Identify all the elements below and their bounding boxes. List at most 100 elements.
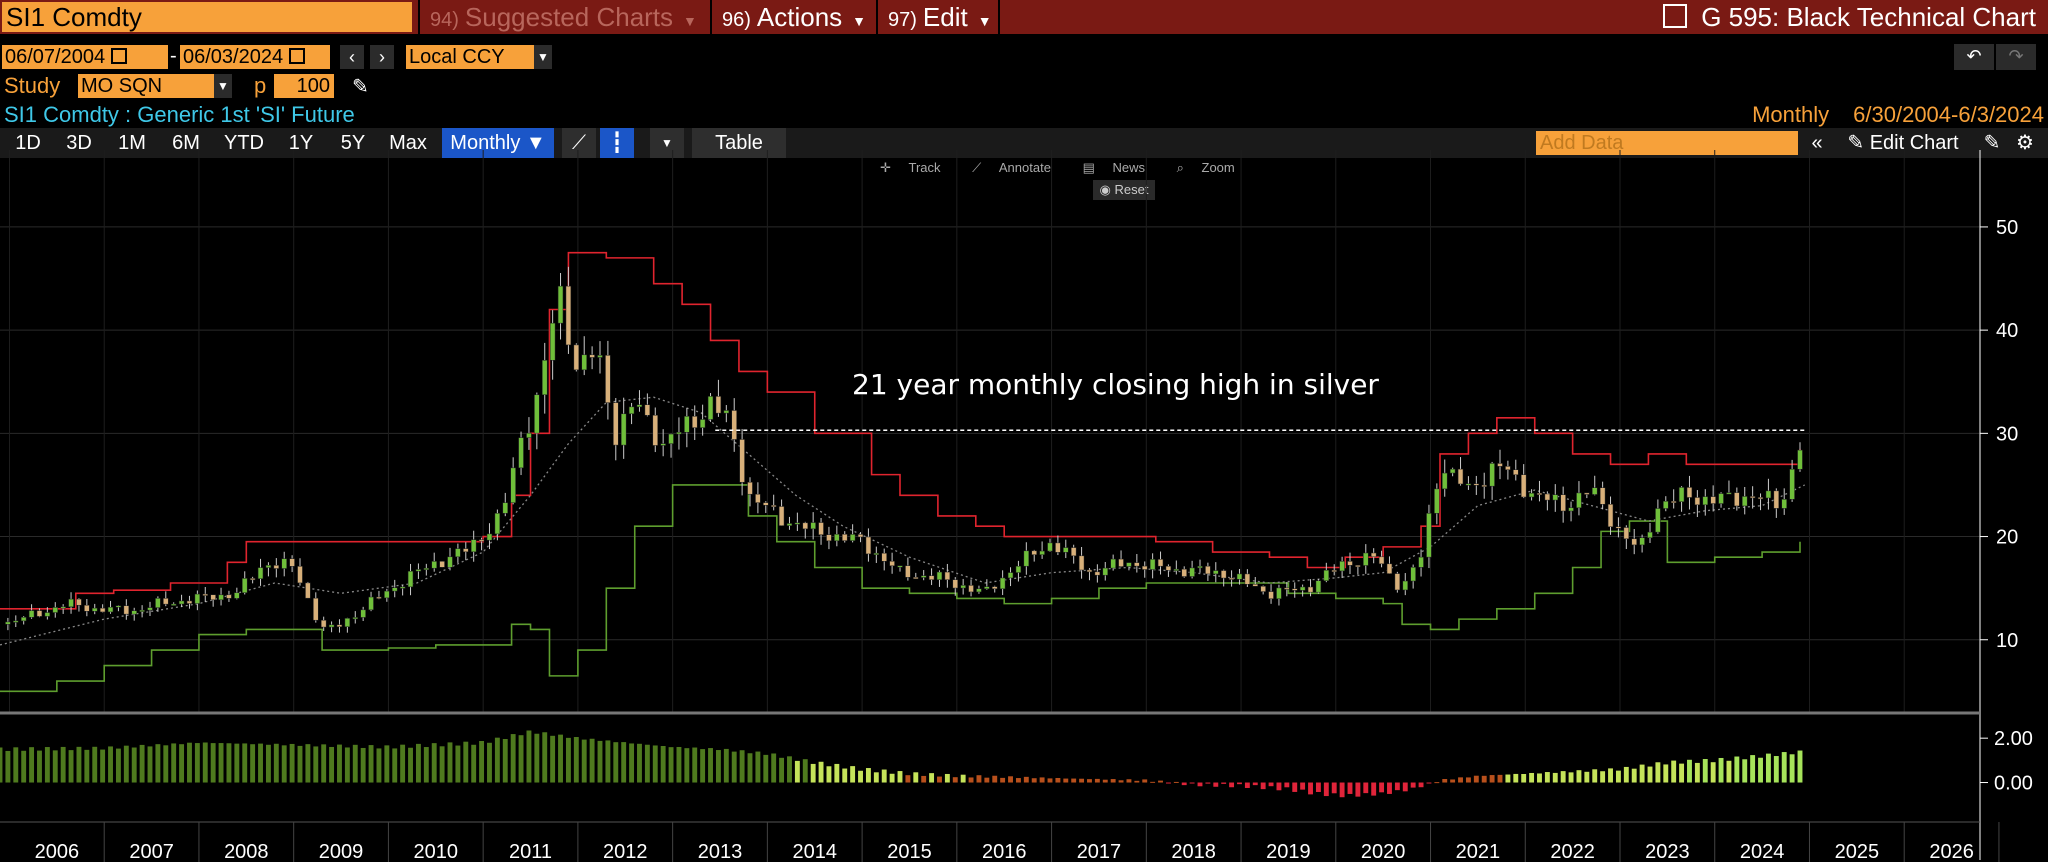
y-tick-label: 40 (1996, 320, 2018, 342)
candle-body (399, 586, 406, 589)
volume-bar (1244, 782, 1250, 788)
candle-body (305, 582, 311, 599)
volume-bar (344, 747, 350, 783)
candle-body (1702, 496, 1708, 506)
candle-body (873, 552, 880, 555)
volume-bar (1308, 782, 1313, 795)
candle-body (1797, 449, 1803, 470)
volume-bar (779, 757, 785, 783)
candle-body (1047, 542, 1053, 552)
volume-bar (384, 745, 390, 783)
candle-body (589, 354, 595, 358)
price-chart[interactable]: 21 year monthly closing high in silver 1… (0, 0, 2048, 862)
candle-body (913, 577, 919, 580)
volume-bar (115, 748, 121, 783)
volume-bar (1797, 750, 1803, 783)
candle-body (960, 585, 966, 589)
candle-body (99, 607, 106, 613)
candle-body (1426, 513, 1432, 558)
volume-bar (1497, 774, 1503, 783)
candle-body (1655, 508, 1661, 533)
candle-body (952, 579, 958, 589)
candle-body (778, 506, 785, 526)
volume-bar (1742, 759, 1748, 783)
candle-body (1339, 561, 1345, 572)
volume-bar (439, 746, 445, 783)
annotation-layer: 21 year monthly closing high in silver (715, 368, 1805, 432)
candle-body (802, 522, 808, 530)
volume-bar (1489, 775, 1495, 783)
volume-bar (1418, 782, 1424, 788)
candle-body (147, 607, 153, 611)
x-tick-label: 2009 (319, 841, 364, 862)
volume-bar (565, 737, 571, 783)
candle-body (1315, 580, 1322, 593)
candle-body (770, 505, 777, 508)
candle-body (1623, 527, 1630, 540)
volume-bar (944, 773, 950, 783)
volume-bar (131, 747, 137, 783)
candle-body (1118, 558, 1124, 567)
candle-body (707, 396, 714, 420)
candle-body (52, 607, 58, 613)
candle-body (478, 539, 485, 542)
volume-bar (637, 743, 642, 783)
volume-bar (1473, 775, 1479, 783)
candle-body (1639, 537, 1645, 546)
candle-body (1568, 507, 1574, 512)
candle-body (581, 354, 587, 371)
candle-body (1386, 563, 1393, 574)
candle-body (431, 561, 437, 569)
volume-bar (1347, 782, 1353, 794)
volume-bar (597, 740, 603, 783)
candle-body (1031, 550, 1037, 555)
volume-bar (360, 747, 366, 783)
volume-bar (1300, 782, 1306, 790)
candle-body (1284, 587, 1290, 590)
volume-bar (1087, 779, 1092, 783)
volume-bar (676, 746, 682, 783)
candle-body (1670, 501, 1677, 504)
candle-body (234, 592, 240, 599)
volume-bar (684, 748, 690, 783)
volume-bar (100, 749, 106, 783)
volume-bar (218, 743, 224, 783)
volume-bar (858, 770, 863, 783)
candle-body (28, 610, 35, 618)
x-tick-label: 2021 (1456, 841, 1501, 862)
price-candles (5, 266, 1803, 633)
candle-body (763, 502, 769, 506)
candle-body (968, 585, 974, 593)
volume-bar (660, 746, 666, 783)
candle-body (1505, 466, 1511, 470)
candle-body (494, 513, 501, 535)
volume-bar (723, 748, 729, 783)
volume-bar (1734, 756, 1740, 783)
volume-bar (447, 742, 453, 783)
volume-bar (1063, 778, 1069, 783)
candle-body (439, 561, 445, 568)
volume-bar (905, 775, 911, 783)
candle-body (1260, 586, 1266, 592)
volume-bar (731, 751, 737, 783)
candle-body (636, 404, 643, 408)
candle-body (1686, 487, 1693, 498)
x-tick-label: 2017 (1077, 841, 1122, 862)
candle-body (920, 575, 927, 578)
volume-bar (1173, 781, 1179, 783)
candle-body (1220, 570, 1227, 579)
volume-bar (494, 737, 500, 783)
volume-bar (1663, 764, 1669, 783)
volume-bar (1702, 759, 1708, 783)
candle-body (573, 344, 580, 371)
volume-bar (787, 756, 792, 783)
volume-bar (937, 776, 942, 783)
volume-bar (5, 750, 11, 783)
candle-body (313, 597, 319, 621)
volume-bar (613, 742, 619, 783)
candle-body (668, 433, 674, 444)
volume-bar (1718, 757, 1724, 783)
candle-body (1631, 538, 1637, 546)
x-tick-label: 2023 (1645, 841, 1690, 862)
volume-bar (60, 746, 66, 783)
